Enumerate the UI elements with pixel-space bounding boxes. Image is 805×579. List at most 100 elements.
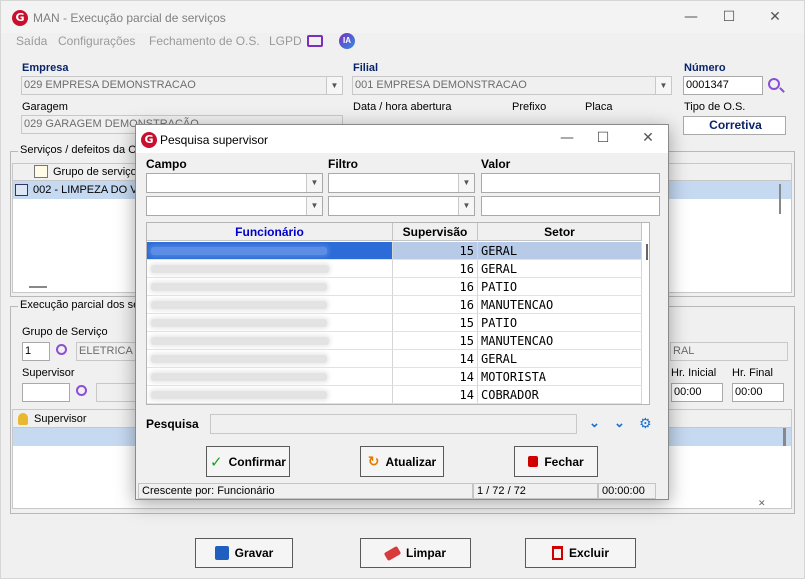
table-row[interactable]: 14 MOTORISTA	[147, 368, 642, 386]
dialog-maximize-button[interactable]: ☐	[593, 129, 613, 147]
close-button[interactable]: ✕	[765, 8, 785, 26]
prefixo-label: Prefixo	[512, 101, 547, 113]
redacted-name	[151, 265, 329, 273]
scrollbar[interactable]	[643, 242, 649, 404]
campo-select-2[interactable]: ▼	[146, 196, 323, 216]
servico-row-label: 002 - LIMPEZA DO V	[33, 184, 138, 196]
cell-supervisao: 14	[393, 386, 478, 404]
menu-fechamento[interactable]: Fechamento de O.S.	[149, 34, 260, 48]
supervisor-input[interactable]	[22, 383, 70, 402]
cell-funcionario	[147, 242, 393, 260]
edit-icon	[34, 165, 48, 178]
cell-supervisao: 15	[393, 332, 478, 350]
search-icon[interactable]	[56, 344, 67, 355]
cell-setor: COBRADOR	[478, 386, 642, 404]
col-setor[interactable]: Setor	[478, 223, 642, 241]
table-row[interactable]: 15 MANUTENCAO	[147, 332, 642, 350]
table-row[interactable]: 15 GERAL	[147, 242, 642, 260]
grupo-name-field: ELETRICA	[76, 342, 138, 361]
redacted-name	[151, 283, 327, 291]
redacted-name	[151, 355, 327, 363]
cell-setor: GERAL	[478, 260, 642, 278]
scrollbar[interactable]	[775, 182, 785, 272]
cell-supervisao: 14	[393, 368, 478, 386]
limpar-button[interactable]: Limpar	[360, 538, 471, 568]
menu-lgpd[interactable]: LGPD	[269, 34, 302, 48]
cell-setor: GERAL	[478, 350, 642, 368]
filtro-select-1[interactable]: ▼	[328, 173, 475, 193]
gravar-button[interactable]: Gravar	[195, 538, 293, 568]
table-row[interactable]: 15 PATIO	[147, 314, 642, 332]
search-icon[interactable]	[76, 385, 87, 396]
cell-funcionario	[147, 260, 393, 278]
redacted-name	[151, 301, 327, 309]
cell-funcionario	[147, 386, 393, 404]
col-supervisao[interactable]: Supervisão	[393, 223, 478, 241]
app-logo-icon: G	[141, 132, 157, 148]
filial-select[interactable]: 001 EMPRESA DEMONSTRACAO ▼	[352, 76, 672, 95]
expand-all-icon[interactable]: ⌄	[614, 415, 625, 431]
dialog-close-button[interactable]: ✕	[638, 129, 658, 147]
menu-configuracoes[interactable]: Configurações	[58, 34, 135, 48]
check-icon: ✓	[210, 452, 223, 471]
monitor-icon[interactable]	[307, 35, 323, 47]
empresa-select[interactable]: 029 EMPRESA DEMONSTRACAO ▼	[21, 76, 343, 95]
user-icon	[18, 413, 28, 425]
ia-badge-icon[interactable]: IA	[339, 33, 355, 49]
dialog-minimize-button[interactable]: —	[557, 129, 577, 147]
supervisor-results-grid[interactable]: Funcionário Supervisão Setor 15 GERAL 16 GE…	[146, 222, 650, 405]
dialog-title: Pesquisa supervisor	[160, 133, 269, 147]
supervisor-name-field	[96, 383, 138, 402]
hr-inicial-input[interactable]: 00:00	[671, 383, 723, 402]
col-funcionario[interactable]: Funcionário	[147, 223, 393, 241]
minimize-button[interactable]: —	[681, 8, 701, 26]
table-row[interactable]: 14 COBRADOR	[147, 386, 642, 404]
status-order: Crescente por: Funcionário	[138, 483, 473, 499]
scrollbar[interactable]	[783, 428, 786, 446]
table-row[interactable]: 16 GERAL	[147, 260, 642, 278]
atualizar-button[interactable]: ↻ Atualizar	[360, 446, 444, 477]
table-row[interactable]: 16 MANUTENCAO	[147, 296, 642, 314]
cell-supervisao: 15	[393, 242, 478, 260]
hr-final-label: Hr. Final	[732, 367, 773, 379]
filtro-select-2[interactable]: ▼	[328, 196, 475, 216]
pesquisa-label: Pesquisa	[146, 417, 199, 431]
cell-funcionario	[147, 332, 393, 350]
table-row[interactable]: 16 PATIO	[147, 278, 642, 296]
confirmar-button[interactable]: ✓ Confirmar	[206, 446, 290, 477]
fechar-button[interactable]: Fechar	[514, 446, 598, 477]
valor-label: Valor	[481, 157, 511, 171]
cell-setor: GERAL	[478, 242, 642, 260]
chevron-down-icon: ▼	[655, 77, 671, 94]
cell-setor: MANUTENCAO	[478, 296, 642, 314]
grupo-right-field: RAL	[670, 342, 788, 361]
cell-funcionario	[147, 314, 393, 332]
close-icon[interactable]: ✕	[758, 498, 766, 510]
h-scrollbar[interactable]	[29, 286, 47, 288]
cell-funcionario	[147, 296, 393, 314]
cell-setor: PATIO	[478, 278, 642, 296]
gear-icon[interactable]: ⚙	[639, 416, 652, 432]
maximize-button[interactable]: ☐	[719, 8, 739, 26]
menu-saida[interactable]: Saída	[16, 34, 47, 48]
data-label: Data / hora abertura	[353, 101, 452, 113]
status-count: 1 / 72 / 72	[473, 483, 598, 499]
valor-input-2[interactable]	[481, 196, 660, 216]
filtro-label: Filtro	[328, 157, 358, 171]
refresh-icon: ↻	[367, 453, 380, 470]
col-grupo-servico: Grupo de serviço	[53, 166, 137, 178]
excluir-button[interactable]: Excluir	[525, 538, 636, 568]
valor-input-1[interactable]	[481, 173, 660, 193]
hr-final-input[interactable]: 00:00	[732, 383, 784, 402]
pesquisa-input[interactable]	[210, 414, 577, 434]
cell-funcionario	[147, 278, 393, 296]
cell-supervisao: 16	[393, 296, 478, 314]
expand-down-icon[interactable]: ⌄	[589, 415, 600, 431]
numero-input[interactable]: 0001347	[683, 76, 763, 95]
garagem-label: Garagem	[22, 101, 68, 113]
campo-select-1[interactable]: ▼	[146, 173, 323, 193]
grupo-code-input[interactable]: 1	[22, 342, 50, 361]
table-row[interactable]: 14 GERAL	[147, 350, 642, 368]
menu-bar: Saída Configurações Fechamento de O.S. L…	[1, 32, 804, 52]
cell-funcionario	[147, 368, 393, 386]
